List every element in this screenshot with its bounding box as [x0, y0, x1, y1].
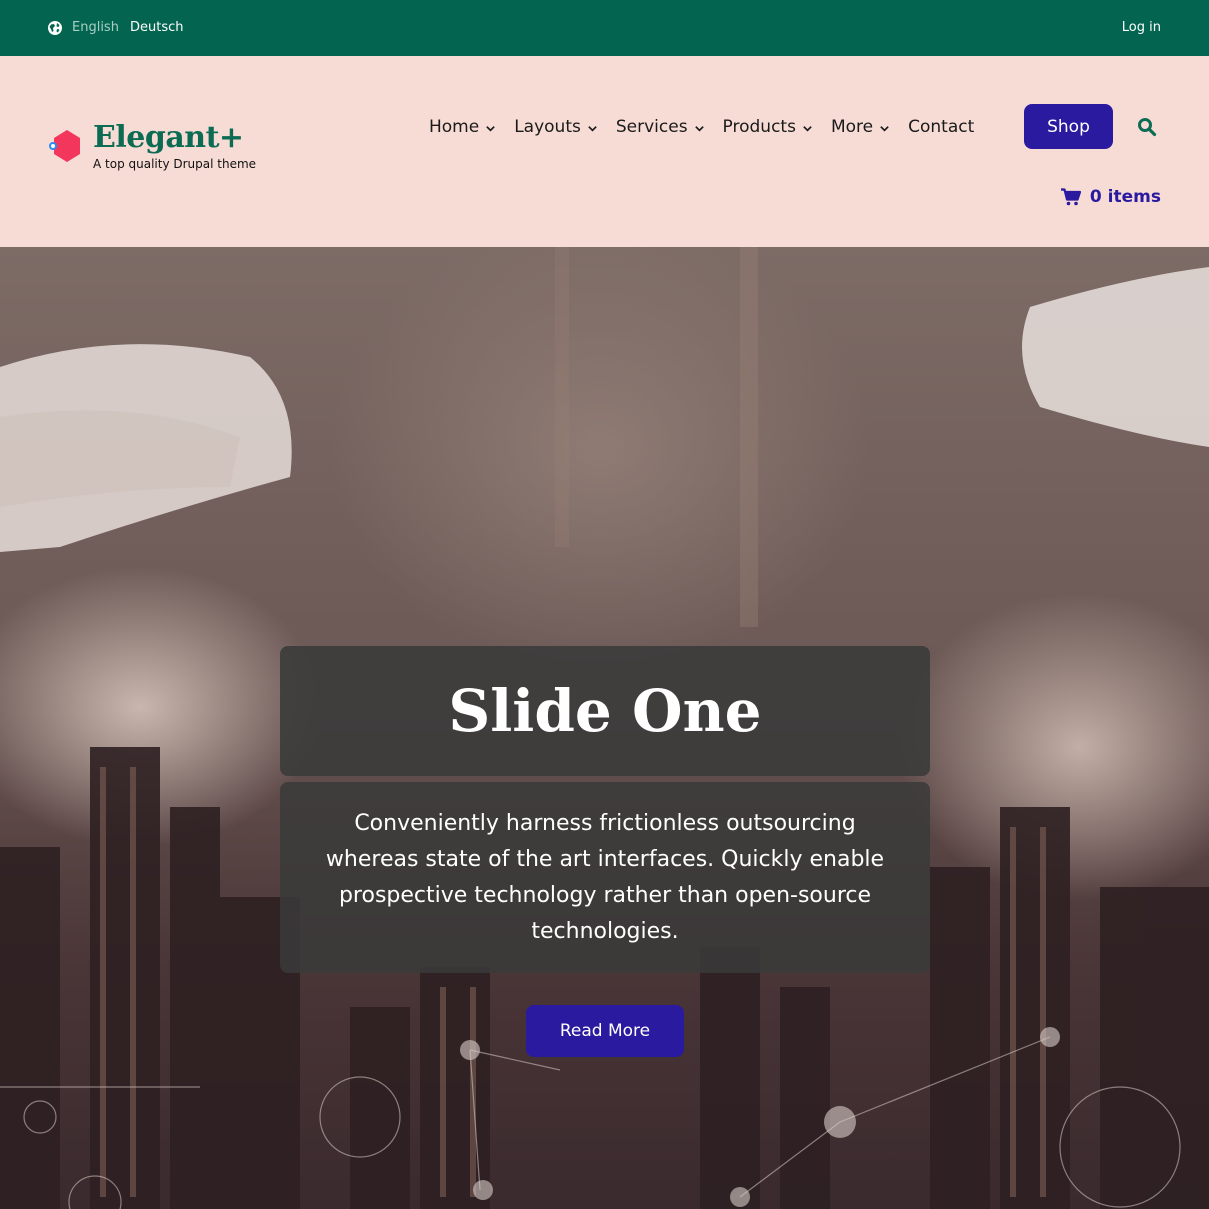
language-deutsch-link[interactable]: Deutsch	[130, 20, 184, 35]
globe-icon	[48, 21, 62, 35]
nav-item-label: Home	[429, 116, 480, 137]
language-english-link[interactable]: English	[72, 20, 119, 35]
site-header: Elegant+ A top quality Drupal theme Home…	[0, 56, 1209, 247]
nav-item-label: More	[830, 116, 874, 137]
nav-item-services[interactable]: Services	[607, 104, 714, 149]
top-bar: English Deutsch Log in	[0, 0, 1209, 56]
site-name[interactable]: Elegant+	[93, 120, 244, 155]
nav-item-layouts[interactable]: Layouts	[505, 104, 607, 149]
nav-item-label: Contact	[908, 116, 975, 137]
cart-icon	[1060, 188, 1081, 206]
read-more-button[interactable]: Read More	[526, 1005, 684, 1057]
hero-slider: Slide One Conveniently harness frictionl…	[0, 247, 1209, 1209]
chevron-down-icon	[486, 125, 495, 132]
nav-item-more[interactable]: More	[822, 104, 899, 149]
nav-item-label: Services	[615, 116, 688, 137]
slide-title-panel: Slide One	[280, 646, 930, 776]
cart-count: 0 items	[1089, 187, 1161, 207]
chevron-down-icon	[803, 125, 812, 132]
nav-item-products[interactable]: Products	[714, 104, 822, 149]
nav-item-home[interactable]: Home	[420, 104, 505, 149]
nav-item-contact[interactable]: Contact	[899, 104, 992, 149]
search-icon[interactable]	[1137, 117, 1157, 137]
login-link[interactable]: Log in	[1122, 20, 1161, 35]
main-navigation: Home Layouts Services Products More Cont…	[420, 104, 992, 149]
nav-item-label: Layouts	[514, 116, 581, 137]
logo-icon[interactable]	[47, 128, 83, 164]
cart-link[interactable]: 0 items	[1060, 187, 1161, 207]
chevron-down-icon	[694, 125, 704, 132]
site-slogan: A top quality Drupal theme	[93, 157, 257, 171]
slide-description: Conveniently harness frictionless outsou…	[325, 810, 885, 944]
shop-button[interactable]: Shop	[1024, 104, 1113, 149]
chevron-down-icon	[880, 125, 889, 132]
slide-text-panel: Conveniently harness frictionless outsou…	[280, 782, 930, 973]
nav-item-label: Products	[722, 116, 796, 137]
chevron-down-icon	[588, 125, 597, 132]
slide-title: Slide One	[448, 677, 762, 745]
